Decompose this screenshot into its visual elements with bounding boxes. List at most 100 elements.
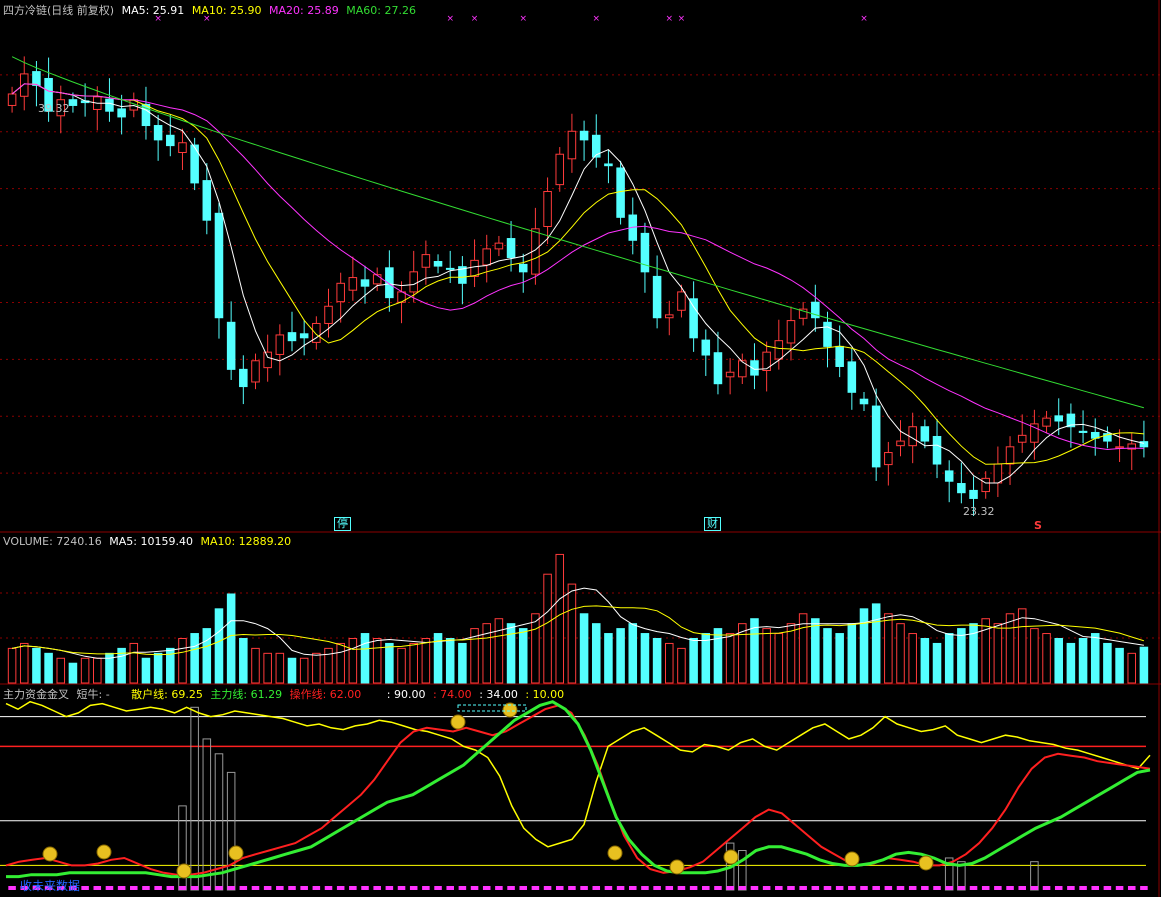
signal-strip bbox=[592, 886, 601, 890]
signal-strip bbox=[568, 886, 576, 890]
sell-signal-marker: × bbox=[666, 14, 674, 24]
signal-strip bbox=[921, 886, 929, 890]
candle-up bbox=[896, 440, 905, 447]
smiley-icon bbox=[918, 855, 934, 871]
volume-bar-down bbox=[32, 647, 41, 684]
candle-up bbox=[981, 477, 990, 493]
signal-strip bbox=[227, 886, 235, 890]
candle-down bbox=[68, 99, 78, 106]
volume-panel bbox=[7, 553, 1149, 684]
low-price-label: 23.32 bbox=[963, 505, 995, 518]
signal-strip bbox=[312, 886, 321, 890]
candle-down bbox=[153, 125, 163, 141]
candle-up bbox=[178, 142, 187, 153]
candle-up bbox=[409, 271, 418, 293]
signal-strip bbox=[531, 886, 540, 890]
volume-bar-up bbox=[884, 613, 893, 684]
signal-strip bbox=[726, 886, 734, 890]
candle-down bbox=[226, 321, 236, 370]
indicator-panel bbox=[0, 700, 1151, 891]
stock-chart-canvas: ××××××××××××××××××× bbox=[0, 0, 1161, 897]
signal-strip bbox=[848, 886, 856, 890]
signal-strip bbox=[555, 886, 564, 890]
retail-line-value: 散户线: 69.25 bbox=[131, 688, 203, 701]
candle-up bbox=[567, 130, 577, 160]
volume-bar-down bbox=[1066, 642, 1076, 684]
indicator-name[interactable]: 主力资金金叉 bbox=[3, 688, 69, 701]
volume-bar-down bbox=[44, 652, 53, 684]
signal-strip bbox=[409, 886, 418, 890]
volume-bar-up bbox=[312, 652, 321, 684]
volume-bar-up bbox=[762, 628, 771, 684]
volume-bar-down bbox=[859, 608, 869, 684]
volume-bar-down bbox=[652, 637, 662, 684]
level-90-value: : 90.00 bbox=[386, 688, 426, 701]
candle-up bbox=[677, 291, 686, 311]
volume-bar-up bbox=[567, 583, 577, 684]
candle-up bbox=[7, 93, 17, 106]
signal-strip bbox=[908, 886, 917, 890]
main-force-line bbox=[6, 700, 1151, 879]
level-34-value: : 34.00 bbox=[479, 688, 518, 701]
signal-strip bbox=[507, 886, 515, 890]
candle-down bbox=[360, 279, 370, 287]
candle-down bbox=[239, 368, 248, 388]
signal-strip bbox=[397, 886, 406, 890]
volume-bar-down bbox=[1139, 646, 1149, 684]
candle-up bbox=[725, 371, 735, 378]
candle-up bbox=[762, 351, 771, 372]
volume-bar-down bbox=[445, 637, 455, 684]
candle-up bbox=[1017, 434, 1027, 443]
volume-bar-down bbox=[1054, 637, 1063, 684]
candle-down bbox=[823, 321, 832, 347]
volume-bar-up bbox=[993, 623, 1003, 684]
halt-marker[interactable]: 停 bbox=[334, 517, 351, 531]
volume-bar-up bbox=[677, 647, 686, 684]
signal-strip bbox=[604, 886, 613, 890]
operate-line-value: 操作线: 62.00 bbox=[289, 688, 362, 701]
main-fund-bar bbox=[202, 738, 212, 891]
candle-up bbox=[543, 191, 552, 228]
s-marker[interactable]: S bbox=[1034, 519, 1042, 532]
sell-signal-marker: × bbox=[519, 14, 527, 24]
volume-bar-up bbox=[1017, 608, 1027, 684]
volume-ma10-value: MA10: 12889.20 bbox=[200, 535, 292, 548]
candle-down bbox=[506, 238, 516, 258]
volume-bar-down bbox=[68, 662, 78, 684]
finance-marker[interactable]: 财 bbox=[704, 517, 721, 531]
signal-strip bbox=[251, 886, 260, 890]
signal-strip bbox=[1103, 886, 1112, 890]
volume-bar-down bbox=[1115, 647, 1124, 684]
signal-strip bbox=[288, 886, 296, 890]
sell-signal-marker: × bbox=[592, 14, 600, 24]
volume-bar-down bbox=[823, 628, 832, 684]
stock-title[interactable]: 四方冷链(日线 前复权) bbox=[3, 4, 114, 17]
signal-strip bbox=[945, 886, 953, 890]
signal-strip bbox=[1018, 886, 1026, 890]
signal-strip bbox=[1091, 886, 1100, 890]
sell-signal-marker: × bbox=[471, 14, 479, 24]
volume-bar-down bbox=[847, 623, 857, 684]
volume-bar-down bbox=[811, 618, 820, 684]
candle-down bbox=[871, 405, 881, 468]
signal-strip bbox=[641, 886, 649, 890]
candle-down bbox=[117, 108, 126, 118]
signal-strip bbox=[957, 886, 966, 890]
signal-strip bbox=[787, 886, 795, 890]
candle-down bbox=[847, 361, 857, 393]
candle-up bbox=[786, 320, 796, 344]
volume-bar-down bbox=[287, 657, 297, 684]
volume-bar-down bbox=[360, 633, 370, 684]
signal-strip bbox=[178, 886, 187, 890]
volume-bar-down bbox=[214, 608, 224, 684]
candle-up bbox=[275, 334, 285, 355]
ma60-value: MA60: 27.26 bbox=[346, 4, 416, 17]
candle-down bbox=[701, 339, 711, 356]
smiley-icon bbox=[450, 714, 466, 730]
signal-strip bbox=[495, 886, 503, 890]
signal-strip bbox=[239, 886, 248, 890]
candle-down bbox=[859, 398, 869, 405]
volume-bar-down bbox=[190, 633, 199, 684]
signal-strip bbox=[130, 886, 138, 890]
volume-bar-down bbox=[579, 613, 589, 684]
